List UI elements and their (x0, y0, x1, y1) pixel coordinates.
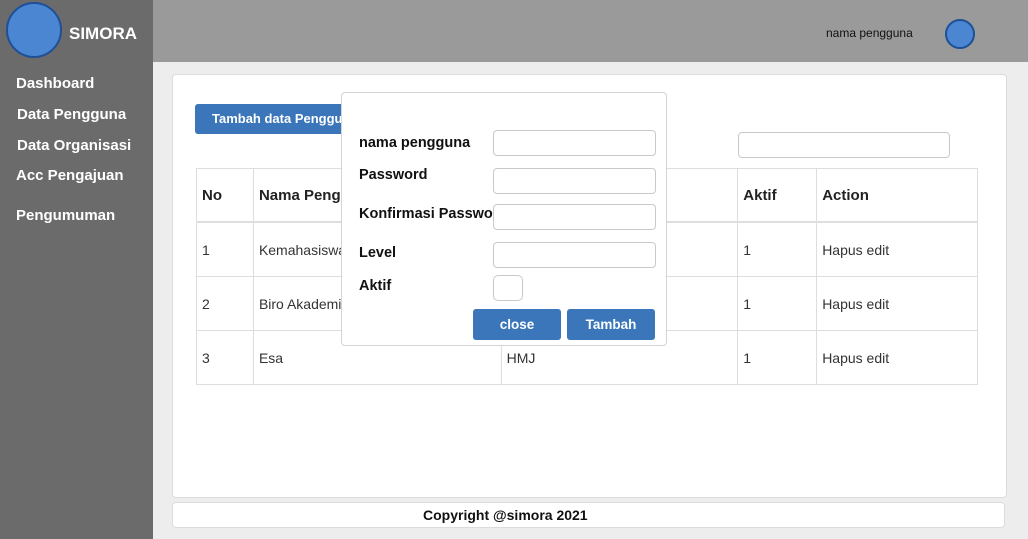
label-konfirmasi-password: Konfirmasi Password (359, 206, 493, 222)
label-aktif: Aktif (359, 278, 392, 294)
aktif-checkbox[interactable] (493, 275, 523, 301)
column-header-no: No (196, 168, 254, 223)
konfirmasi-password-input[interactable] (493, 204, 656, 230)
cell-aktif: 1 (737, 276, 818, 331)
logo-icon (6, 2, 62, 58)
add-user-button[interactable]: Tambah data Pengguna (195, 104, 357, 134)
level-input[interactable] (493, 242, 656, 268)
search-input[interactable] (738, 132, 950, 158)
sidebar-item-pengumuman[interactable]: Pengumuman (16, 207, 115, 224)
sidebar-item-data-pengguna[interactable]: Data Pengguna (17, 106, 126, 123)
avatar-icon[interactable] (945, 19, 975, 49)
add-user-modal: nama pengguna Password Konfirmasi Passwo… (341, 92, 667, 346)
footer: Copyright @simora 2021 (172, 502, 1005, 528)
cell-aktif: 1 (737, 330, 818, 385)
sidebar-item-data-organisasi[interactable]: Data Organisasi (17, 137, 131, 154)
tambah-button[interactable]: Tambah (567, 309, 655, 340)
column-header-action: Action (816, 168, 978, 223)
label-password: Password (359, 167, 428, 183)
close-button[interactable]: close (473, 309, 561, 340)
user-name[interactable]: nama pengguna (826, 26, 913, 40)
top-header: nama pengguna (153, 0, 1028, 62)
password-input[interactable] (493, 168, 656, 194)
nama-pengguna-input[interactable] (493, 130, 656, 156)
cell-no: 2 (196, 276, 254, 331)
cell-aktif: 1 (737, 221, 818, 277)
cell-no: 3 (196, 330, 254, 385)
sidebar-item-dashboard[interactable]: Dashboard (16, 75, 94, 92)
sidebar: SIMORA Dashboard Data Pengguna Data Orga… (0, 0, 153, 539)
label-level: Level (359, 245, 397, 261)
column-header-aktif: Aktif (737, 168, 818, 223)
sidebar-item-acc-pengajuan[interactable]: Acc Pengajuan (16, 167, 124, 184)
label-nama-pengguna: nama pengguna (359, 135, 471, 151)
cell-action[interactable]: Hapus edit (816, 276, 978, 331)
cell-no: 1 (196, 221, 254, 277)
copyright-text: Copyright @simora 2021 (423, 507, 588, 523)
brand-name: SIMORA (69, 24, 137, 43)
cell-action[interactable]: Hapus edit (816, 330, 978, 385)
cell-action[interactable]: Hapus edit (816, 221, 978, 277)
